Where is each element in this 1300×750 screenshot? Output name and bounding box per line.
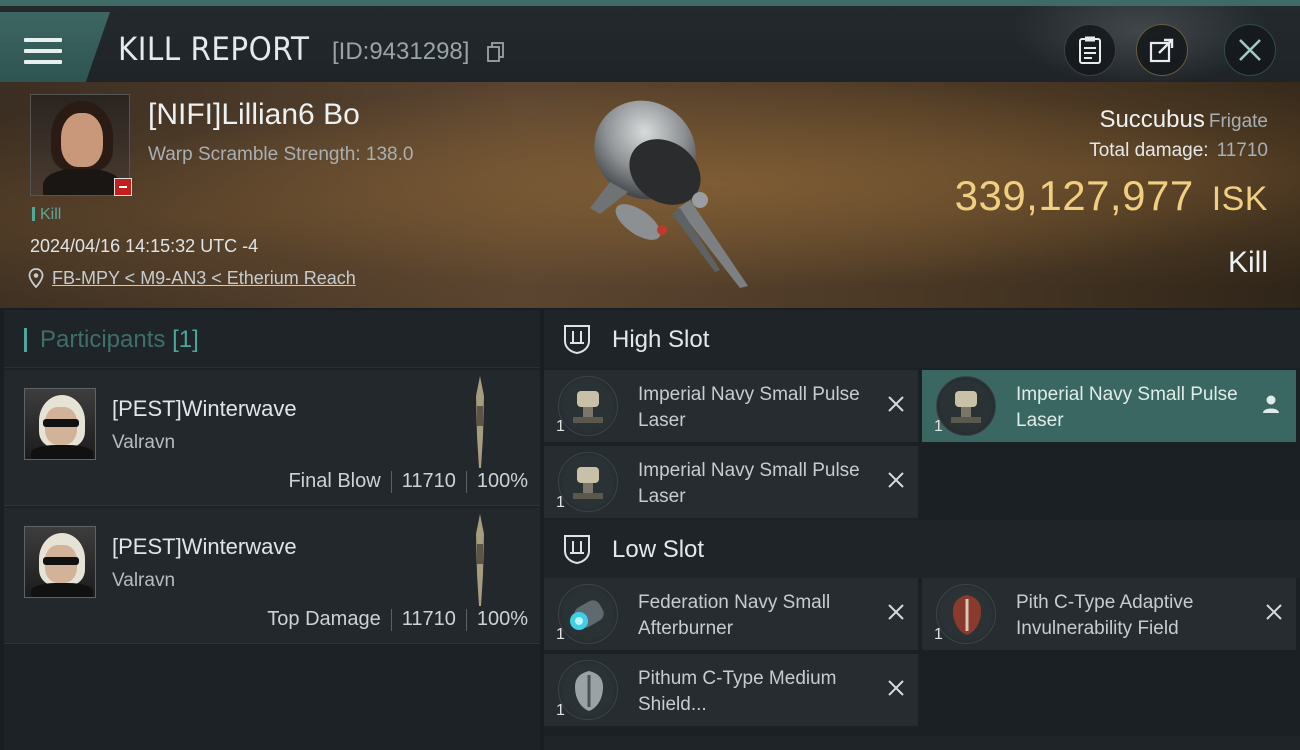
participant-stats: Top Damage 11710 100% [267, 608, 528, 631]
ship-image[interactable] [550, 90, 760, 300]
isk-value-line: 339,127,977 ISK [955, 172, 1268, 220]
share-button[interactable] [1136, 24, 1188, 76]
pulse-laser-icon [936, 376, 996, 436]
module-slot[interactable]: 1 Pithum C-Type Medium Shield... [544, 654, 918, 726]
destroyed-icon [888, 604, 904, 620]
result-label: Kill [1227, 246, 1268, 279]
module-name: Pithum C-Type Medium Shield... [638, 668, 837, 715]
participant-avatar[interactable] [24, 388, 96, 460]
participant-ship: Valravn [112, 432, 176, 453]
total-damage-value: 11710 [1216, 140, 1268, 161]
module-slot[interactable]: 1 Imperial Navy Small Pulse Laser [544, 370, 918, 442]
pulse-laser-icon [558, 376, 618, 436]
top-bar: KILL REPORT [ID:9431298] [0, 0, 1300, 86]
report-id: [ID:9431298] [332, 38, 470, 65]
participant-percent: 100% [476, 470, 528, 492]
total-damage: Total damage: 11710 [1089, 140, 1268, 162]
participant-ship-icon [476, 514, 484, 606]
participant-damage: 11710 [401, 608, 456, 630]
total-damage-label: Total damage: [1089, 140, 1209, 161]
participant-row[interactable]: [PEST]Winterwave Valravn Final Blow 1171… [4, 370, 540, 506]
module-slot[interactable]: 1 Imperial Navy Small Pulse Laser [544, 446, 918, 518]
close-button[interactable] [1224, 24, 1276, 76]
participant-name: [PEST]Winterwave [112, 396, 297, 421]
module-name: Imperial Navy Small Pulse Laser [638, 460, 860, 507]
participant-row[interactable]: [PEST]Winterwave Valravn Top Damage 1171… [4, 508, 540, 644]
module-name: Imperial Navy Small Pulse Laser [1016, 384, 1238, 431]
participants-header: Participants [1] [4, 310, 540, 368]
module-name: Pith C-Type Adaptive Invulnerability Fie… [1016, 592, 1194, 639]
kill-tag: Kill [32, 206, 61, 224]
copy-icon[interactable] [487, 42, 505, 62]
isk-value: 339,127,977 [954, 172, 1194, 219]
isk-unit: ISK [1211, 180, 1268, 218]
participant-damage: 11710 [401, 470, 456, 492]
ship-name[interactable]: Succubus [1099, 106, 1204, 133]
victim-name[interactable]: [NIFI]Lillian6 Bo [148, 98, 360, 132]
module-slot[interactable]: 1 Federation Navy Small Afterburner [544, 578, 918, 650]
warp-scramble-strength: Warp Scramble Strength: 138.0 [148, 144, 414, 165]
share-icon [1149, 38, 1174, 63]
module-slot-selected[interactable]: 1 Imperial Navy Small Pulse Laser [922, 370, 1296, 442]
destroyed-icon [888, 396, 904, 412]
participant-stats: Final Blow 11710 100% [288, 470, 528, 493]
location-link[interactable]: FB-MPY < M9-AN3 < Etherium Reach [52, 268, 356, 289]
high-slot-header: High Slot [544, 310, 1300, 368]
participant-name: [PEST]Winterwave [112, 534, 297, 559]
module-quantity: 1 [556, 494, 565, 511]
destroyed-icon [888, 472, 904, 488]
module-slot[interactable]: 1 Pith C-Type Adaptive Invulnerability F… [922, 578, 1296, 650]
low-slot-icon [564, 535, 590, 564]
fitting-panel: High Slot 1 Imperial Navy Small Pulse La… [544, 310, 1300, 750]
high-slot-title: High Slot [612, 326, 710, 353]
low-slot-header: Low Slot [544, 520, 1300, 578]
menu-icon [24, 38, 62, 68]
participant-avatar[interactable] [24, 526, 96, 598]
destroyed-icon [1266, 604, 1282, 620]
kill-datetime: 2024/04/16 14:15:32 UTC -4 [30, 236, 259, 256]
module-quantity: 1 [556, 418, 565, 435]
invulnerability-field-icon [936, 584, 996, 644]
participants-panel: Participants [1] [PEST]Winterwave Valrav… [4, 310, 540, 750]
participant-percent: 100% [476, 608, 528, 630]
participants-count: [1] [172, 326, 199, 353]
clipboard-button[interactable] [1064, 24, 1116, 76]
module-quantity: 1 [934, 626, 943, 643]
shield-extender-icon [558, 660, 618, 720]
page-title: KILL REPORT [118, 30, 310, 68]
participant-ship: Valravn [112, 570, 176, 591]
close-icon [1239, 39, 1261, 61]
next-slot-header-partial [544, 736, 1300, 750]
clipboard-icon [1079, 36, 1101, 64]
menu-button[interactable] [0, 12, 110, 82]
module-quantity: 1 [556, 626, 565, 643]
ship-name-line: Succubus Frigate [1099, 106, 1268, 134]
kill-banner: [NIFI]Lillian6 Bo Warp Scramble Strength… [0, 82, 1300, 308]
high-slot-icon [564, 325, 590, 354]
ship-class: Frigate [1208, 111, 1268, 132]
module-name: Imperial Navy Small Pulse Laser [638, 384, 860, 431]
dropped-user-icon [1263, 395, 1279, 413]
afterburner-icon [558, 584, 618, 644]
hostile-badge [114, 178, 132, 196]
participant-role: Final Blow [288, 470, 381, 492]
module-quantity: 1 [934, 418, 943, 435]
pulse-laser-icon [558, 452, 618, 512]
participant-ship-icon [476, 376, 484, 468]
module-quantity: 1 [556, 702, 565, 719]
location-pin-icon [28, 268, 44, 288]
participant-role: Top Damage [267, 608, 381, 630]
participants-title: Participants [1] [40, 326, 199, 353]
low-slot-title: Low Slot [612, 536, 705, 563]
destroyed-icon [888, 680, 904, 696]
module-name: Federation Navy Small Afterburner [638, 592, 831, 639]
